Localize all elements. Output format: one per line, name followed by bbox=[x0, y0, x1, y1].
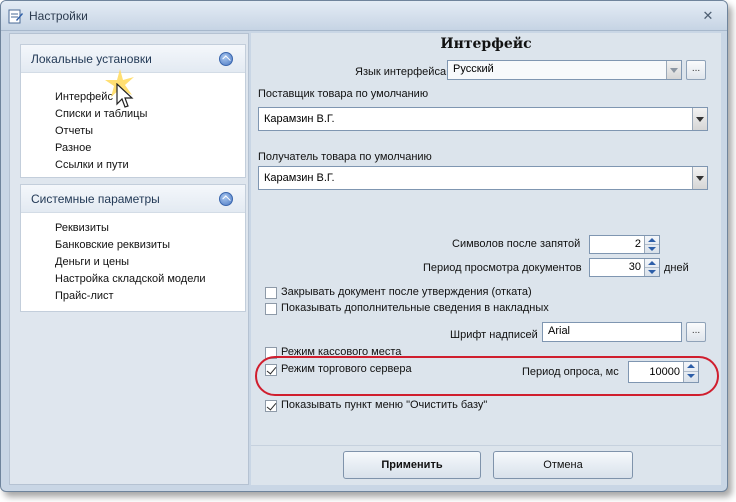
highlight-annotation bbox=[255, 356, 719, 396]
spin-down-icon[interactable] bbox=[645, 245, 659, 254]
decimals-label: Символов после запятой bbox=[452, 238, 581, 250]
decimals-value: 2 bbox=[634, 238, 641, 250]
spin-up-icon[interactable] bbox=[645, 259, 659, 268]
collapse-icon[interactable] bbox=[219, 52, 233, 66]
close-doc-label: Закрывать документ после утверждения (от… bbox=[281, 286, 532, 298]
close-icon[interactable]: ✕ bbox=[701, 9, 715, 23]
chevron-down-icon[interactable] bbox=[692, 108, 707, 130]
period-value: 30 bbox=[628, 261, 641, 273]
title-bar: Настройки ✕ bbox=[1, 1, 727, 31]
supplier-label: Поставщик товара по умолчанию bbox=[258, 88, 429, 100]
clear-db-checkbox[interactable] bbox=[265, 400, 277, 412]
close-doc-option[interactable]: Закрывать документ после утверждения (от… bbox=[265, 286, 705, 302]
panel-heading: Интерфейс bbox=[440, 36, 532, 52]
cancel-button[interactable]: Отмена bbox=[493, 451, 633, 479]
collapse-icon[interactable] bbox=[219, 192, 233, 206]
show-info-checkbox[interactable] bbox=[265, 303, 277, 315]
sidebar-item-reports[interactable]: Отчеты bbox=[55, 125, 93, 137]
sidebar-item-requisites[interactable]: Реквизиты bbox=[55, 222, 109, 234]
language-select[interactable]: Русский bbox=[447, 60, 682, 80]
sidebar-item-misc[interactable]: Разное bbox=[55, 142, 91, 154]
font-value: Arial bbox=[548, 325, 571, 337]
chevron-down-icon[interactable] bbox=[666, 61, 681, 79]
period-label: Период просмотра документов bbox=[423, 262, 582, 274]
group-title: Системные параметры bbox=[31, 192, 160, 206]
sidebar-item-warehouse-model[interactable]: Настройка складской модели bbox=[55, 273, 206, 285]
language-value: Русский bbox=[453, 63, 494, 75]
spin-buttons bbox=[644, 236, 659, 253]
language-browse-button[interactable]: ... bbox=[686, 60, 706, 80]
chevron-down-icon[interactable] bbox=[692, 167, 707, 189]
font-label: Шрифт надписей bbox=[450, 329, 538, 341]
spin-up-icon[interactable] bbox=[645, 236, 659, 245]
show-info-label: Показывать дополнительные сведения в нак… bbox=[281, 302, 549, 314]
dialog-footer: Применить Отмена bbox=[251, 445, 721, 485]
mouse-cursor-icon bbox=[116, 83, 134, 108]
group-header[interactable]: Системные параметры bbox=[21, 185, 245, 213]
group-local-settings: Локальные установки Интерфейс Списки и т… bbox=[20, 44, 246, 178]
language-label: Язык интерфейса bbox=[355, 66, 447, 78]
settings-app-icon bbox=[8, 9, 23, 24]
recipient-select[interactable]: Карамзин В.Г. bbox=[258, 166, 708, 190]
supplier-value: Карамзин В.Г. bbox=[264, 113, 335, 125]
clear-db-label: Показывать пункт меню "Очистить базу" bbox=[281, 399, 488, 411]
spin-buttons bbox=[644, 259, 659, 276]
close-doc-checkbox[interactable] bbox=[265, 287, 277, 299]
sidebar-item-bank-requisites[interactable]: Банковские реквизиты bbox=[55, 239, 170, 251]
show-info-option[interactable]: Показывать дополнительные сведения в нак… bbox=[265, 302, 705, 318]
font-browse-button[interactable]: ... bbox=[686, 322, 706, 342]
group-title: Локальные установки bbox=[31, 52, 152, 66]
recipient-value: Карамзин В.Г. bbox=[264, 172, 335, 184]
window-title: Настройки bbox=[29, 9, 88, 23]
sidebar-item-price-list[interactable]: Прайс-лист bbox=[55, 290, 114, 302]
sidebar-item-money-prices[interactable]: Деньги и цены bbox=[55, 256, 129, 268]
period-unit: дней bbox=[664, 262, 689, 274]
spin-down-icon[interactable] bbox=[645, 268, 659, 277]
period-spinner[interactable]: 30 bbox=[589, 258, 660, 277]
group-system-params: Системные параметры Реквизиты Банковские… bbox=[20, 184, 246, 312]
recipient-label: Получатель товара по умолчанию bbox=[258, 151, 432, 163]
sidebar-item-links-paths[interactable]: Ссылки и пути bbox=[55, 159, 129, 171]
decimals-spinner[interactable]: 2 bbox=[589, 235, 660, 254]
clear-db-option[interactable]: Показывать пункт меню "Очистить базу" bbox=[265, 399, 565, 415]
supplier-select[interactable]: Карамзин В.Г. bbox=[258, 107, 708, 131]
apply-button[interactable]: Применить bbox=[343, 451, 481, 479]
settings-window: Настройки ✕ Локальные установки Интерфей… bbox=[0, 0, 728, 492]
font-field[interactable]: Arial bbox=[542, 322, 682, 342]
